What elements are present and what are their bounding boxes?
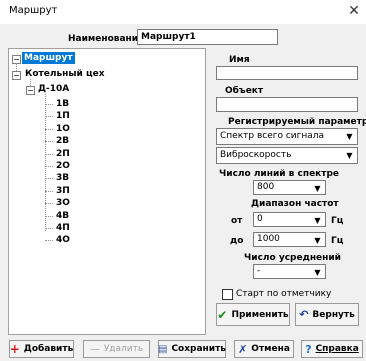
param-select-value: Спектр всего сигнала: [220, 131, 325, 141]
tree-node-point[interactable]: 3В: [56, 173, 69, 183]
name-value: Маршрут1: [141, 32, 196, 42]
tree-connector: [45, 203, 53, 205]
cancel-button-label: Отмена: [251, 344, 290, 354]
tree-connector: [45, 166, 53, 167]
cross-icon: ✗: [238, 342, 248, 356]
tree-node-point[interactable]: 2П: [56, 149, 70, 159]
collapse-icon[interactable]: −: [12, 71, 21, 80]
tree-node-point[interactable]: 2В: [56, 136, 69, 146]
tree-node-point[interactable]: 4П: [56, 223, 70, 233]
minus-icon: —: [89, 343, 100, 355]
unit-select-value: Виброскорость: [220, 150, 292, 160]
tree-node-root[interactable]: Маршрут: [22, 52, 75, 64]
apply-button-label: Применить: [231, 309, 289, 320]
tree-connector: [45, 190, 53, 192]
from-select-value: 0: [257, 214, 263, 224]
route-tree[interactable]: − Маршрут − Котельный цех − Д-10А 1В 1П 1О…: [8, 48, 206, 335]
undo-icon: ↶: [299, 308, 309, 321]
chevron-down-icon[interactable]: ▼: [343, 149, 356, 162]
save-button[interactable]: ▤ Сохранить: [158, 340, 226, 358]
lines-label: Число линий в спектре: [219, 169, 340, 179]
help-button[interactable]: ? Справка: [301, 340, 363, 358]
from-select[interactable]: 0 ▼: [253, 212, 326, 227]
delete-button-label: Удалить: [103, 344, 144, 354]
save-icon: ▤: [158, 343, 168, 355]
tree-connector: [45, 228, 53, 229]
hz-label-to: Гц: [331, 236, 344, 246]
collapse-icon[interactable]: −: [26, 86, 35, 95]
apply-button[interactable]: ✔ Применить: [216, 303, 290, 326]
help-button-label: Справка: [315, 344, 359, 354]
tree-connector: [45, 215, 53, 217]
tree-connector: [45, 178, 53, 180]
avg-select[interactable]: - ▼: [253, 264, 326, 279]
props-object-label: Объект: [225, 86, 264, 96]
revert-button-label: Вернуть: [312, 309, 355, 320]
param-select[interactable]: Спектр всего сигнала ▼: [216, 128, 358, 145]
tree-connector: [45, 240, 53, 242]
window-title: Маршрут: [9, 5, 58, 16]
lines-select-value: 800: [257, 182, 275, 192]
to-label: до: [230, 236, 244, 246]
chevron-down-icon[interactable]: ▼: [311, 214, 324, 225]
chevron-down-icon[interactable]: ▼: [311, 234, 324, 245]
avg-label: Число усреднений: [244, 253, 341, 263]
from-label: от: [231, 216, 243, 226]
lines-select[interactable]: 800 ▼: [253, 180, 326, 195]
props-object-input[interactable]: [216, 97, 358, 112]
tree-connector: [45, 153, 53, 155]
start-checkbox[interactable]: [222, 289, 233, 300]
tree-node-point[interactable]: 4В: [56, 211, 69, 221]
plus-icon: +: [9, 342, 20, 356]
avg-select-value: -: [257, 266, 261, 276]
tree-connector: [45, 104, 53, 105]
tree-connector: [45, 128, 53, 130]
tree-connector: [45, 94, 46, 231]
start-label: Старт по отметчику: [236, 289, 332, 299]
range-label: Диапазон частот: [251, 199, 339, 209]
tree-node-point[interactable]: 3П: [56, 186, 70, 196]
tree-node-unit[interactable]: Д-10А: [38, 84, 69, 94]
tree-node-point[interactable]: 3О: [56, 198, 70, 208]
add-button-label: Добавить: [23, 344, 74, 354]
name-input[interactable]: Маршрут1: [137, 29, 278, 45]
hz-label-from: Гц: [331, 216, 344, 226]
add-button[interactable]: + Добавить: [9, 340, 74, 358]
props-name-label: Имя: [229, 55, 250, 65]
tree-node-point[interactable]: 1П: [56, 111, 70, 121]
revert-button[interactable]: ↶ Вернуть: [295, 303, 359, 326]
unit-select[interactable]: Виброскорость ▼: [216, 147, 358, 164]
chevron-down-icon[interactable]: ▼: [311, 266, 324, 277]
save-button-label: Сохранить: [171, 344, 226, 354]
param-label: Регистрируемый параметр: [228, 117, 366, 127]
chevron-down-icon[interactable]: ▼: [311, 182, 324, 193]
chevron-down-icon[interactable]: ▼: [343, 130, 356, 143]
question-icon: ?: [305, 342, 312, 356]
to-select[interactable]: 1000 ▼: [253, 232, 326, 247]
tree-node-point[interactable]: 2О: [56, 161, 70, 171]
tree-connector: [45, 141, 53, 143]
tree-node-point[interactable]: 1В: [56, 99, 69, 109]
tree-node-point[interactable]: 1О: [56, 124, 70, 134]
tree-node-group[interactable]: Котельный цех: [25, 69, 105, 79]
name-label: Наименование: [68, 34, 145, 44]
to-select-value: 1000: [257, 234, 280, 244]
close-icon[interactable]: ✕: [345, 2, 363, 20]
tree-connector: [45, 116, 53, 118]
delete-button[interactable]: — Удалить: [83, 340, 150, 358]
tree-node-point[interactable]: 4О: [56, 235, 70, 245]
checkmark-icon: ✔: [217, 307, 228, 322]
cancel-button[interactable]: ✗ Отмена: [234, 340, 294, 358]
props-name-input[interactable]: [216, 66, 358, 80]
